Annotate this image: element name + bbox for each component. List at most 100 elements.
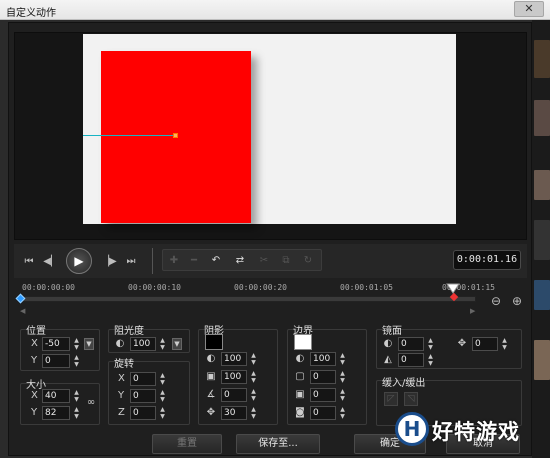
border-opacity-spinner[interactable]: ▲ ▼ [338, 352, 347, 366]
watermark-text: 好特游戏 [432, 420, 520, 444]
save-as-button[interactable]: 保存至... [236, 434, 320, 454]
border-blur-spinner[interactable]: ▲ ▼ [338, 388, 347, 402]
thumbnail [534, 340, 550, 380]
opacity-label: 阻光度 [114, 326, 144, 337]
shadow-distance-spinner[interactable]: ▲ ▼ [249, 406, 258, 420]
play-icon[interactable]: ▶ [66, 248, 92, 274]
mirror-fade-field[interactable]: 0 [398, 353, 424, 367]
shadow-blur-icon: ▣ [206, 371, 216, 382]
zoom-in-icon[interactable]: ⊕ [510, 294, 524, 308]
timeline-tick: 00:00:00:10 [128, 283, 181, 292]
border-width-field[interactable]: 0 [310, 370, 336, 384]
shadow-blur-field[interactable]: 100 [221, 370, 247, 384]
rotation-y-spinner[interactable]: ▲ ▼ [158, 389, 167, 403]
motion-path-line [83, 135, 175, 136]
rotation-x-field[interactable]: 0 [130, 372, 156, 386]
scroll-right-icon[interactable]: ▶ [470, 307, 475, 315]
next-frame-icon[interactable]: ▕▶ [100, 253, 118, 271]
timeline-tick: 00:00:00:00 [22, 283, 75, 292]
link-aspect-icon[interactable]: ∞ [85, 397, 97, 409]
thumbnail [534, 40, 550, 78]
border-width-spinner[interactable]: ▲ ▼ [338, 370, 347, 384]
position-x-spinner[interactable]: ▲ ▼ [72, 337, 81, 351]
rotation-label: 旋转 [114, 359, 134, 370]
opacity-keyframe-icon[interactable]: ▼ [172, 338, 182, 350]
position-y-field[interactable]: 0 [42, 354, 70, 368]
position-y-spinner[interactable]: ▲ ▼ [72, 354, 81, 368]
border-inner-icon: ◙ [295, 407, 305, 418]
position-x-keyframe-icon[interactable]: ▼ [84, 338, 94, 350]
shadow-angle-icon: ∡ [206, 389, 216, 400]
mirror-distance-icon: ✥ [457, 338, 467, 349]
mirror-opacity-field[interactable]: 0 [398, 337, 424, 351]
rotation-z-spinner[interactable]: ▲ ▼ [158, 406, 167, 420]
motion-path-node[interactable] [173, 133, 178, 138]
shadow-angle-field[interactable]: 0 [221, 388, 247, 402]
timecode-display[interactable]: 0:00:01.16 [453, 250, 521, 270]
timeline-tick: 00:00:01:05 [340, 283, 393, 292]
shadow-opacity-field[interactable]: 100 [221, 352, 247, 366]
mirror-label: 镜面 [382, 326, 402, 337]
remove-keyframe-icon[interactable]: ━ [186, 253, 202, 269]
zoom-out-icon[interactable]: ⊖ [489, 294, 503, 308]
shadow-angle-spinner[interactable]: ▲ ▼ [249, 388, 258, 402]
previous-frame-icon[interactable]: ◀▏ [42, 253, 60, 271]
size-y-spinner[interactable]: ▲ ▼ [72, 406, 81, 420]
timeline-tick: 00:00:00:20 [234, 283, 287, 292]
mirror-distance-spinner[interactable]: ▲ ▼ [500, 337, 509, 351]
rotation-z-field[interactable]: 0 [130, 406, 156, 420]
border-inner-field[interactable]: 0 [310, 406, 336, 420]
mirror-fade-icon: ◭ [384, 354, 392, 365]
size-y-label: Y [31, 407, 38, 418]
shadow-color-swatch[interactable] [205, 334, 223, 350]
mirror-distance-field[interactable]: 0 [472, 337, 498, 351]
mirror-opacity-spinner[interactable]: ▲ ▼ [426, 337, 435, 351]
thumbnail [534, 280, 550, 310]
shadow-opacity-icon: ◐ [206, 353, 216, 364]
paste-icon[interactable]: ↻ [300, 253, 316, 269]
copy-icon[interactable]: ⧉ [278, 253, 294, 269]
position-label: 位置 [26, 326, 46, 337]
cut-icon[interactable]: ✂ [256, 253, 272, 269]
size-x-field[interactable]: 40 [42, 389, 70, 403]
opacity-field[interactable]: 100 [130, 337, 156, 351]
toolbar-divider [152, 248, 153, 274]
reset-button[interactable]: 重置 [152, 434, 222, 454]
close-icon[interactable]: ✕ [514, 1, 544, 17]
position-x-field[interactable]: -50 [42, 337, 70, 351]
window-titlebar: 自定义动作 ✕ [0, 0, 550, 20]
background-thumbnails [532, 20, 550, 458]
rotation-y-field[interactable]: 0 [130, 389, 156, 403]
size-y-field[interactable]: 82 [42, 406, 70, 420]
scroll-left-icon[interactable]: ◀ [20, 307, 25, 315]
add-keyframe-icon[interactable]: ✚ [166, 253, 182, 269]
rotation-x-label: X [118, 373, 125, 384]
fade-in-icon[interactable]: ◸ [384, 392, 398, 406]
rotation-x-spinner[interactable]: ▲ ▼ [158, 372, 167, 386]
size-x-spinner[interactable]: ▲ ▼ [72, 389, 81, 403]
watermark-logo-icon: H [395, 412, 429, 446]
border-color-swatch[interactable] [294, 334, 312, 350]
border-blur-field[interactable]: 0 [310, 388, 336, 402]
go-to-start-icon[interactable]: ⏮ [20, 253, 38, 271]
shadow-opacity-spinner[interactable]: ▲ ▼ [249, 352, 258, 366]
go-to-end-icon[interactable]: ⏭ [122, 253, 140, 271]
thumbnail [534, 220, 550, 260]
swap-icon[interactable]: ⇄ [232, 253, 248, 269]
opacity-spinner[interactable]: ▲ ▼ [158, 337, 167, 351]
fade-out-icon[interactable]: ◹ [404, 392, 418, 406]
shadow-distance-icon: ✥ [206, 407, 216, 418]
border-blur-icon: ▣ [295, 389, 305, 400]
border-inner-spinner[interactable]: ▲ ▼ [338, 406, 347, 420]
shadow-blur-spinner[interactable]: ▲ ▼ [249, 370, 258, 384]
thumbnail [534, 100, 550, 136]
reverse-path-icon[interactable]: ↶ [208, 253, 224, 269]
position-y-label: Y [31, 355, 38, 366]
rotation-y-label: Y [118, 390, 125, 401]
mirror-fade-spinner[interactable]: ▲ ▼ [426, 353, 435, 367]
position-x-label: X [31, 338, 38, 349]
timeline-track[interactable] [18, 296, 476, 302]
timeline-ruler: 00:00:00:00 00:00:00:10 00:00:00:20 00:0… [22, 283, 495, 295]
border-opacity-field[interactable]: 100 [310, 352, 336, 366]
shadow-distance-field[interactable]: 30 [221, 406, 247, 420]
